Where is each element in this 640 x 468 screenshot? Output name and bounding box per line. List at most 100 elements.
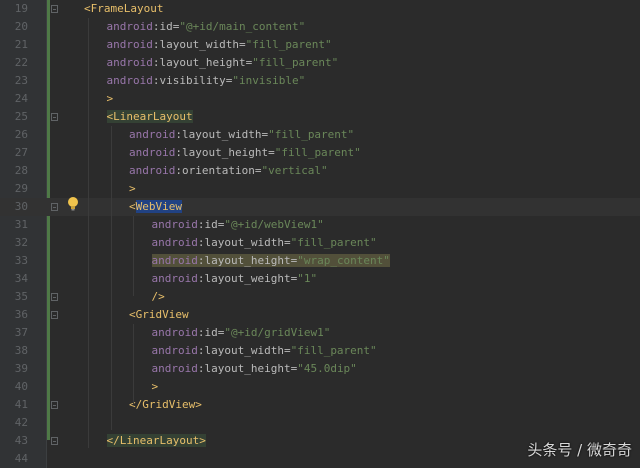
fold-marker-icon[interactable] bbox=[51, 203, 58, 211]
code-line[interactable]: 21 android:layout_width="fill_parent" bbox=[0, 36, 640, 54]
fold-marker-icon[interactable] bbox=[51, 113, 58, 121]
code-text[interactable]: android:layout_width="fill_parent" bbox=[152, 234, 377, 252]
line-number: 44 bbox=[14, 452, 28, 465]
code-text[interactable]: <LinearLayout bbox=[106, 108, 193, 126]
token-val: "invisible" bbox=[232, 74, 306, 87]
token-punct: /> bbox=[151, 290, 165, 303]
code-text[interactable]: > bbox=[129, 180, 136, 198]
code-text[interactable]: android:layout_weight="1" bbox=[152, 270, 318, 288]
token-ns: android bbox=[151, 236, 198, 249]
code-line[interactable]: 37 android:id="@+id/gridView1" bbox=[0, 324, 640, 342]
token-ns: android bbox=[106, 74, 153, 87]
code-text[interactable]: > bbox=[107, 90, 114, 108]
code-line[interactable]: 32 android:layout_width="fill_parent" bbox=[0, 234, 640, 252]
code-line[interactable]: 36 <GridView bbox=[0, 306, 640, 324]
code-line[interactable]: 22 android:layout_height="fill_parent" bbox=[0, 54, 640, 72]
token-val: "fill_parent" bbox=[252, 56, 339, 69]
code-text[interactable]: android:layout_height="45.0dip" bbox=[152, 360, 357, 378]
line-number: 22 bbox=[14, 56, 28, 69]
code-text[interactable]: </LinearLayout> bbox=[106, 432, 206, 450]
code-text[interactable]: android:visibility="invisible" bbox=[107, 72, 306, 90]
code-text[interactable]: android:orientation="vertical" bbox=[129, 162, 328, 180]
line-number: 32 bbox=[14, 236, 28, 249]
token-attr: :visibility= bbox=[152, 74, 233, 87]
line-number: 33 bbox=[14, 254, 28, 267]
line-number: 41 bbox=[14, 398, 28, 411]
code-line[interactable]: 20 android:id="@+id/main_content" bbox=[0, 18, 640, 36]
token-attr: :layout_height= bbox=[152, 56, 253, 69]
token-punct: > bbox=[195, 398, 202, 411]
code-text[interactable]: <WebView bbox=[129, 198, 182, 216]
code-line[interactable]: 26 android:layout_width="fill_parent" bbox=[0, 126, 640, 144]
indent-guide bbox=[88, 18, 89, 448]
code-line[interactable]: 40 > bbox=[0, 378, 640, 396]
fold-marker-icon[interactable] bbox=[51, 311, 58, 319]
code-text[interactable]: android:layout_height="fill_parent" bbox=[107, 54, 339, 72]
code-text[interactable]: android:layout_width="fill_parent" bbox=[107, 36, 332, 54]
token-ns: android bbox=[129, 164, 176, 177]
lightbulb-icon[interactable] bbox=[66, 196, 80, 212]
code-text[interactable]: android:layout_height="fill_parent" bbox=[129, 144, 361, 162]
line-number: 42 bbox=[14, 416, 28, 429]
code-line[interactable]: 28 android:orientation="vertical" bbox=[0, 162, 640, 180]
token-ns: android bbox=[129, 128, 176, 141]
code-text[interactable]: android:layout_width="fill_parent" bbox=[152, 342, 377, 360]
code-line[interactable]: 38 android:layout_width="fill_parent" bbox=[0, 342, 640, 360]
code-line[interactable]: 19 <FrameLayout bbox=[0, 0, 640, 18]
code-text[interactable]: android:layout_width="fill_parent" bbox=[129, 126, 354, 144]
indent-guide bbox=[133, 324, 134, 404]
token-attr: :id= bbox=[197, 218, 225, 231]
token-attr: :layout_width= bbox=[152, 38, 246, 51]
line-number: 36 bbox=[14, 308, 28, 321]
code-line[interactable]: 39 android:layout_height="45.0dip" bbox=[0, 360, 640, 378]
code-line[interactable]: 35 /> bbox=[0, 288, 640, 306]
code-text[interactable]: <GridView bbox=[129, 306, 189, 324]
code-text[interactable]: > bbox=[152, 378, 159, 396]
token-val: "fill_parent" bbox=[274, 146, 361, 159]
token-tag: FrameLayout bbox=[90, 2, 164, 15]
token-val: "@+id/main_content" bbox=[179, 20, 306, 33]
token-punct: </ bbox=[106, 434, 120, 447]
code-line[interactable]: 24 > bbox=[0, 90, 640, 108]
code-text[interactable]: android:id="@+id/gridView1" bbox=[152, 324, 331, 342]
token-tag: WebView bbox=[135, 200, 182, 213]
fold-marker-icon[interactable] bbox=[51, 401, 58, 409]
token-attr: :orientation= bbox=[175, 164, 262, 177]
line-number: 24 bbox=[14, 92, 28, 105]
token-attr: :layout_width= bbox=[175, 128, 269, 141]
code-line[interactable]: 42 bbox=[0, 414, 640, 432]
code-line[interactable]: 29 > bbox=[0, 180, 640, 198]
code-text[interactable]: android:layout_height="wrap_content" bbox=[151, 252, 390, 270]
code-text[interactable]: </GridView> bbox=[129, 396, 202, 414]
fold-marker-icon[interactable] bbox=[51, 293, 58, 301]
line-number: 37 bbox=[14, 326, 28, 339]
code-line[interactable]: 27 android:layout_height="fill_parent" bbox=[0, 144, 640, 162]
token-tag: LinearLayout bbox=[119, 434, 200, 447]
token-punct: > bbox=[151, 380, 159, 393]
code-line[interactable]: 41 </GridView> bbox=[0, 396, 640, 414]
code-text[interactable]: android:id="@+id/webView1" bbox=[152, 216, 324, 234]
token-attr: :layout_width= bbox=[197, 344, 291, 357]
token-punct: < bbox=[129, 308, 136, 321]
line-number: 20 bbox=[14, 20, 28, 33]
token-val: "wrap_content" bbox=[297, 254, 390, 267]
code-line[interactable]: 23 android:visibility="invisible" bbox=[0, 72, 640, 90]
fold-marker-icon[interactable] bbox=[51, 5, 58, 13]
code-text[interactable]: <FrameLayout bbox=[84, 0, 163, 18]
code-text[interactable]: android:id="@+id/main_content" bbox=[107, 18, 306, 36]
code-line[interactable]: 25 <LinearLayout bbox=[0, 108, 640, 126]
token-attr: :layout_width= bbox=[197, 236, 291, 249]
code-line[interactable]: 34 android:layout_weight="1" bbox=[0, 270, 640, 288]
fold-marker-icon[interactable] bbox=[51, 437, 58, 445]
code-line[interactable]: 33 android:layout_height="wrap_content" bbox=[0, 252, 640, 270]
code-line[interactable]: 30 <WebView bbox=[0, 198, 640, 216]
token-ns: android bbox=[151, 254, 198, 267]
line-number: 26 bbox=[14, 128, 28, 141]
token-ns: android bbox=[151, 362, 198, 375]
token-tag: LinearLayout bbox=[113, 110, 193, 123]
code-line[interactable]: 31 android:id="@+id/webView1" bbox=[0, 216, 640, 234]
code-text[interactable]: /> bbox=[152, 288, 165, 306]
line-number: 30 bbox=[14, 200, 28, 213]
token-ns: android bbox=[151, 218, 198, 231]
token-attr: :layout_height= bbox=[175, 146, 275, 159]
